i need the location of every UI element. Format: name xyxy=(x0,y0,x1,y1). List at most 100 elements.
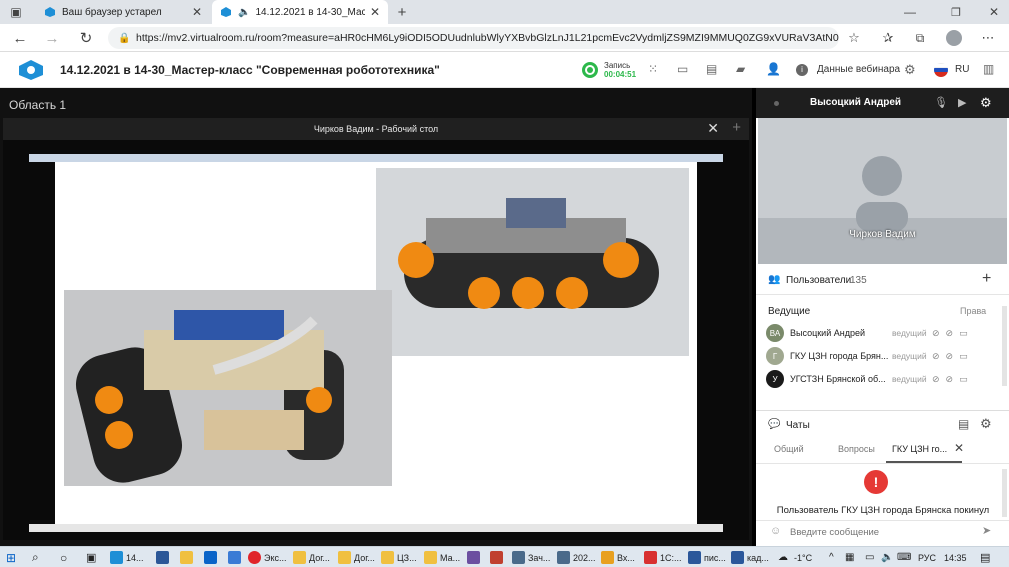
users-group-icon: 👥 xyxy=(768,274,781,285)
search-icon[interactable]: ⌕ xyxy=(32,548,39,567)
screen-share-icon[interactable]: ▭ xyxy=(677,62,693,78)
chat-tab-close-button[interactable]: ✕ xyxy=(954,441,964,455)
chat-export-icon[interactable]: ▤ xyxy=(958,417,969,431)
profile-icon[interactable] xyxy=(944,28,964,48)
info-icon[interactable]: i xyxy=(796,64,808,76)
layout-grid-icon[interactable]: ⁙ xyxy=(648,62,664,78)
weather-icon[interactable]: ☁ xyxy=(778,548,788,567)
tray-expand-icon[interactable]: ^ xyxy=(829,548,834,567)
refresh-icon[interactable]: ↻ xyxy=(76,28,96,48)
settings-icon[interactable]: ⚙ xyxy=(904,62,920,78)
keyboard-icon[interactable]: ⌨ xyxy=(897,548,911,567)
task-view-icon[interactable]: ▣ xyxy=(86,548,96,567)
tab-close-icon[interactable]: ✕ xyxy=(370,5,380,19)
chat-settings-icon[interactable]: ⚙ xyxy=(980,416,992,432)
battery-icon[interactable]: ▭ xyxy=(865,548,874,567)
presenter-name: Высоцкий Андрей xyxy=(810,97,902,108)
users-scrollbar[interactable] xyxy=(1002,306,1007,386)
taskbar-item-edge[interactable]: 14... xyxy=(110,548,144,567)
taskbar-item-1c[interactable]: 1С:... xyxy=(644,548,682,567)
avatar: У xyxy=(766,370,784,388)
chat-tab-private[interactable]: ГКУ ЦЗН го... xyxy=(892,444,947,454)
collections-icon[interactable]: ⧉ xyxy=(910,28,930,48)
window-close-icon[interactable]: ✕ xyxy=(984,2,1004,22)
user-row[interactable]: ВА Высоцкий Андрей ведущий ⊘ ⊘ ▭ xyxy=(766,322,998,344)
share-off-icon[interactable]: ▭ xyxy=(959,351,968,362)
taskbar-item-app[interactable]: 202... xyxy=(557,548,596,567)
language-select[interactable]: RU xyxy=(955,64,969,75)
volume-icon[interactable]: 🔈 xyxy=(881,548,893,567)
mic-off-icon[interactable]: ⊘ xyxy=(932,351,940,362)
share-off-icon[interactable]: ▭ xyxy=(959,328,968,339)
taskbar-item-folder[interactable]: Дог... xyxy=(338,548,375,567)
avatar-initials: Г xyxy=(772,351,778,361)
share-add-button[interactable]: + xyxy=(732,119,741,136)
opera-icon xyxy=(248,551,261,564)
clock[interactable]: 14:35 xyxy=(944,548,967,567)
taskbar-item-folder[interactable]: ЦЗ... xyxy=(381,548,417,567)
taskbar-item-app[interactable] xyxy=(467,548,483,567)
video-settings-icon[interactable]: ⚙ xyxy=(980,95,992,111)
chat-message-input[interactable] xyxy=(790,524,970,541)
back-icon[interactable]: ← xyxy=(10,28,30,48)
taskbar-item-word[interactable]: кад... xyxy=(731,548,769,567)
favorites-list-icon[interactable]: ✰ xyxy=(878,28,898,48)
forward-icon[interactable]: → xyxy=(42,28,62,48)
chat-scrollbar[interactable] xyxy=(1002,469,1007,517)
user-row[interactable]: Г ГКУ ЦЗН города Брян... ведущий ⊘ ⊘ ▭ xyxy=(766,345,998,367)
weather-temp[interactable]: -1°C xyxy=(794,548,812,567)
video-header: Высоцкий Андрей 🎙 ▶ ⚙ xyxy=(756,88,1009,118)
mic-off-icon[interactable]: 🎙 xyxy=(934,96,948,109)
taskbar-item-app[interactable]: Зач... xyxy=(512,548,550,567)
divider xyxy=(756,520,1009,521)
russian-flag-icon[interactable] xyxy=(934,63,948,77)
chat-tab-questions[interactable]: Вопросы xyxy=(838,444,875,454)
network-icon[interactable]: ▦ xyxy=(845,548,854,567)
users-icon[interactable]: 👤 xyxy=(766,62,782,78)
taskbar-item-explorer[interactable] xyxy=(180,548,196,567)
sidebar-toggle-icon[interactable]: ▥ xyxy=(983,62,999,78)
tab-actions-icon[interactable]: ▣ xyxy=(6,2,26,22)
tab-outdated-browser[interactable]: Ваш браузер устарел ✕ xyxy=(36,0,210,24)
emoji-icon[interactable]: ☺ xyxy=(770,525,781,537)
windows-start-icon[interactable]: ⊞ xyxy=(6,548,16,567)
favorite-icon[interactable]: ☆ xyxy=(844,28,864,48)
speaker-icon[interactable]: 🔈 xyxy=(238,7,250,18)
record-icon[interactable] xyxy=(582,62,598,78)
taskbar-item-app[interactable] xyxy=(490,548,506,567)
share-close-button[interactable]: ✕ xyxy=(707,120,719,137)
taskbar-item-folder[interactable]: Дог... xyxy=(293,548,330,567)
minimize-icon[interactable]: — xyxy=(900,2,920,22)
taskbar-item-folder[interactable]: Ма... xyxy=(424,548,460,567)
webinar-data-button[interactable]: Данные вебинара xyxy=(817,64,900,75)
notifications-icon[interactable]: ▤ xyxy=(980,548,990,567)
camera-off-icon[interactable]: ⊘ xyxy=(946,351,954,362)
files-icon[interactable]: ▰ xyxy=(736,62,752,78)
url-field[interactable]: 🔒 https://mv2.virtualroom.ru/room?measur… xyxy=(108,27,839,49)
taskbar-item-opera[interactable]: Экс... xyxy=(248,548,287,567)
new-tab-button[interactable]: + xyxy=(392,2,412,22)
user-row[interactable]: У УГСТЗН Брянской об... ведущий ⊘ ⊘ ▭ xyxy=(766,368,998,390)
add-user-button[interactable]: + xyxy=(982,270,991,288)
taskbar-item-store[interactable] xyxy=(156,548,172,567)
board-icon[interactable]: ▤ xyxy=(706,62,722,78)
taskbar-item-app[interactable]: Вх... xyxy=(601,548,635,567)
camera-off-icon[interactable]: ▶ xyxy=(958,96,966,109)
mic-off-icon[interactable]: ⊘ xyxy=(932,374,940,385)
camera-off-icon[interactable]: ⊘ xyxy=(946,328,954,339)
share-off-icon[interactable]: ▭ xyxy=(959,374,968,385)
cortana-icon[interactable]: ○ xyxy=(60,548,67,567)
taskbar-item-word[interactable]: пис... xyxy=(688,548,726,567)
taskbar-item-mail[interactable] xyxy=(204,548,220,567)
send-icon[interactable]: ➤ xyxy=(982,524,991,537)
tab-close-icon[interactable]: ✕ xyxy=(192,5,202,19)
chat-tab-general[interactable]: Общий xyxy=(774,444,804,454)
tab-webinar[interactable]: 🔈 14.12.2021 в 14-30_Мастер ✕ xyxy=(212,0,388,24)
input-language[interactable]: РУС xyxy=(918,548,936,567)
taskbar-item-app[interactable] xyxy=(228,548,244,567)
mic-off-icon[interactable]: ⊘ xyxy=(932,328,940,339)
maximize-icon[interactable]: ❐ xyxy=(946,2,966,22)
camera-off-icon[interactable]: ⊘ xyxy=(946,374,954,385)
more-menu-icon[interactable]: ⋯ xyxy=(978,28,998,48)
chat-system-message: Пользователь ГКУ ЦЗН города Брянска поки… xyxy=(776,505,990,516)
